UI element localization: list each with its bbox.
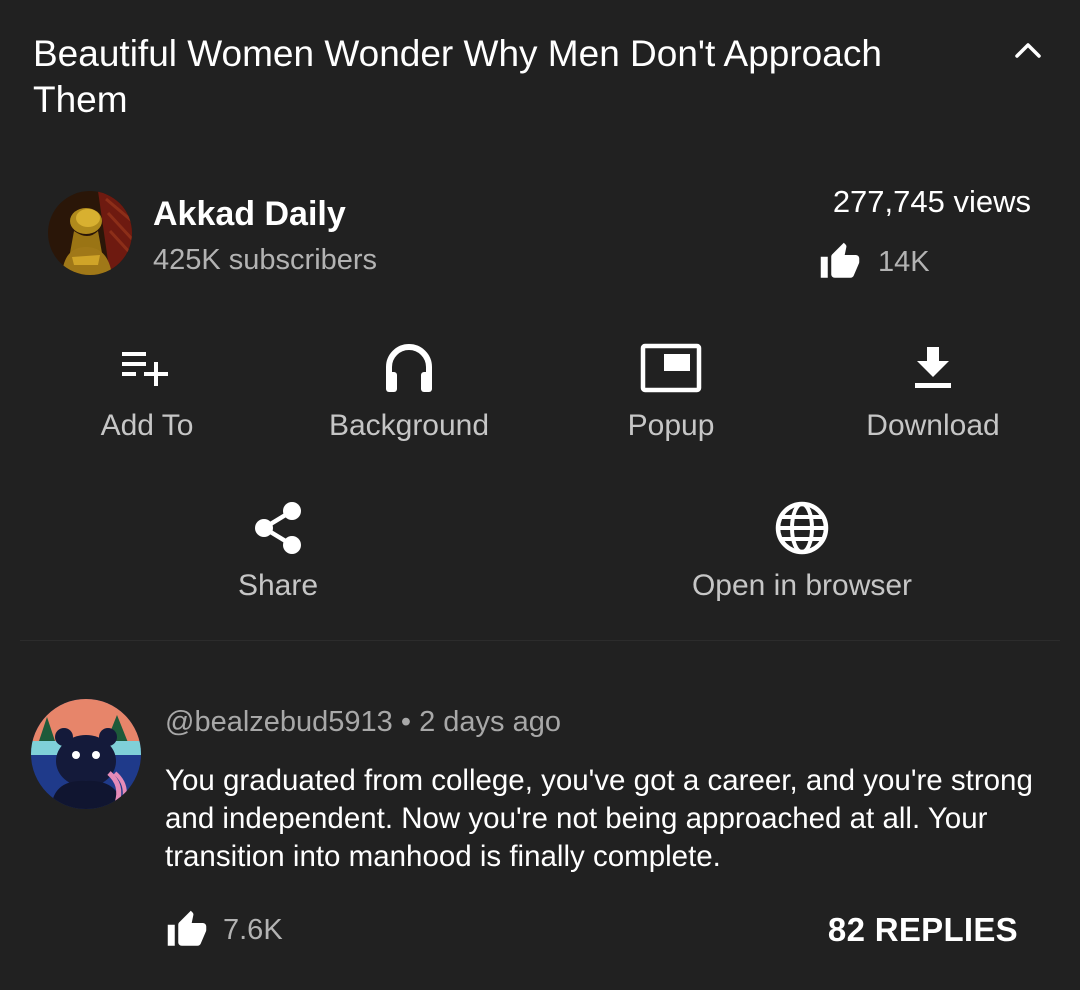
section-divider: [20, 640, 1060, 641]
meta-separator: •: [400, 706, 412, 738]
thumbs-up-icon: [167, 910, 207, 946]
view-count: 277,745 views: [832, 184, 1031, 219]
comment-time: 2 days ago: [419, 706, 561, 738]
open-in-browser-label: Open in browser: [691, 569, 913, 602]
download-label: Download: [866, 409, 1000, 442]
chevron-up-icon: [1015, 43, 1041, 58]
share-icon: [255, 502, 301, 554]
channel-avatar-image: [48, 191, 132, 275]
video-likes: 14K: [818, 240, 930, 284]
comment-author-avatar[interactable]: [31, 699, 141, 809]
comment-author[interactable]: @bealzebud5913: [165, 706, 393, 738]
globe-icon: [775, 501, 829, 555]
open-in-browser-button[interactable]: Open in browser: [542, 498, 1062, 606]
background-label: Background: [328, 409, 490, 442]
popup-button[interactable]: Popup: [536, 338, 806, 446]
share-label: Share: [237, 569, 319, 602]
popup-label: Popup: [627, 409, 715, 442]
comment-like-button[interactable]: 7.6K: [165, 908, 283, 952]
comment-like-count: 7.6K: [223, 913, 283, 946]
video-title: Beautiful Women Wonder Why Men Don't App…: [33, 33, 882, 120]
channel-avatar[interactable]: [48, 191, 132, 275]
comment-text: You graduated from college, you've got a…: [165, 764, 1033, 873]
share-button[interactable]: Share: [18, 498, 538, 606]
download-button[interactable]: Download: [798, 338, 1068, 446]
video-like-count: 14K: [878, 245, 930, 278]
comment-avatar-image: [31, 699, 141, 809]
replies-button[interactable]: 82 REPLIES: [828, 908, 1018, 952]
download-icon: [915, 347, 951, 388]
playlist-add-icon: [122, 352, 168, 386]
subscriber-count: 425K subscribers: [153, 244, 378, 276]
thumbs-up-icon: [820, 242, 860, 278]
channel-name[interactable]: Akkad Daily: [153, 193, 346, 235]
headphones-icon: [386, 344, 432, 392]
picture-in-picture-icon: [640, 343, 702, 393]
add-to-button[interactable]: Add To: [12, 338, 282, 446]
comment-meta: @bealzebud5913 • 2 days ago: [165, 702, 561, 742]
add-to-label: Add To: [100, 409, 194, 442]
collapse-button[interactable]: [1004, 30, 1052, 70]
background-button[interactable]: Background: [274, 338, 544, 446]
